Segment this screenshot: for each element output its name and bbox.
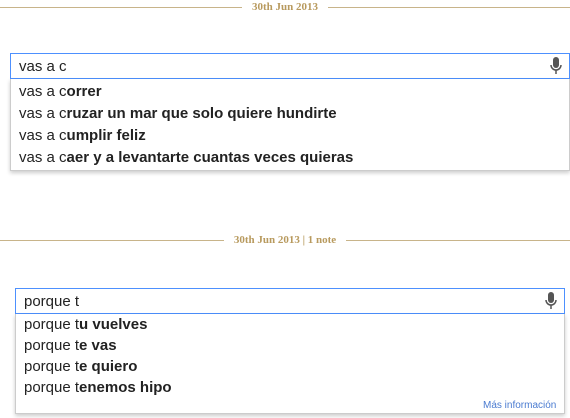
microphone-icon[interactable]	[538, 288, 564, 314]
suggestion-item[interactable]: porque te quiero	[16, 356, 564, 377]
search-input[interactable]: vas a c	[10, 53, 570, 79]
search-query[interactable]: vas a c	[11, 58, 543, 75]
post-date: 30th Jun 2013	[251, 1, 319, 13]
suggestion-item[interactable]: vas a cruzar un mar que solo quiere hund…	[11, 103, 569, 125]
suggestion-item[interactable]: porque tenemos hipo	[16, 377, 564, 398]
post-date-divider: 30th Jun 2013 | 1 note	[0, 233, 570, 247]
more-info-link[interactable]: Más información	[483, 400, 556, 411]
microphone-icon[interactable]	[543, 53, 569, 79]
suggestion-item[interactable]: vas a cumplir feliz	[11, 125, 569, 147]
suggestion-list: porque tu vuelves porque te vas porque t…	[15, 314, 565, 414]
search-input[interactable]: porque t	[15, 288, 565, 314]
suggestion-list: vas a correr vas a cruzar un mar que sol…	[10, 79, 570, 171]
post-date: 30th Jun 2013 | 1 note	[233, 234, 337, 246]
search-query[interactable]: porque t	[16, 293, 538, 310]
post-date-divider: 30th Jun 2013	[0, 0, 570, 14]
suggestion-item[interactable]: vas a caer y a levantarte cuantas veces …	[11, 147, 569, 169]
suggestion-item[interactable]: vas a correr	[11, 81, 569, 103]
suggestion-item[interactable]: porque tu vuelves	[16, 314, 564, 335]
suggestion-item[interactable]: porque te vas	[16, 335, 564, 356]
